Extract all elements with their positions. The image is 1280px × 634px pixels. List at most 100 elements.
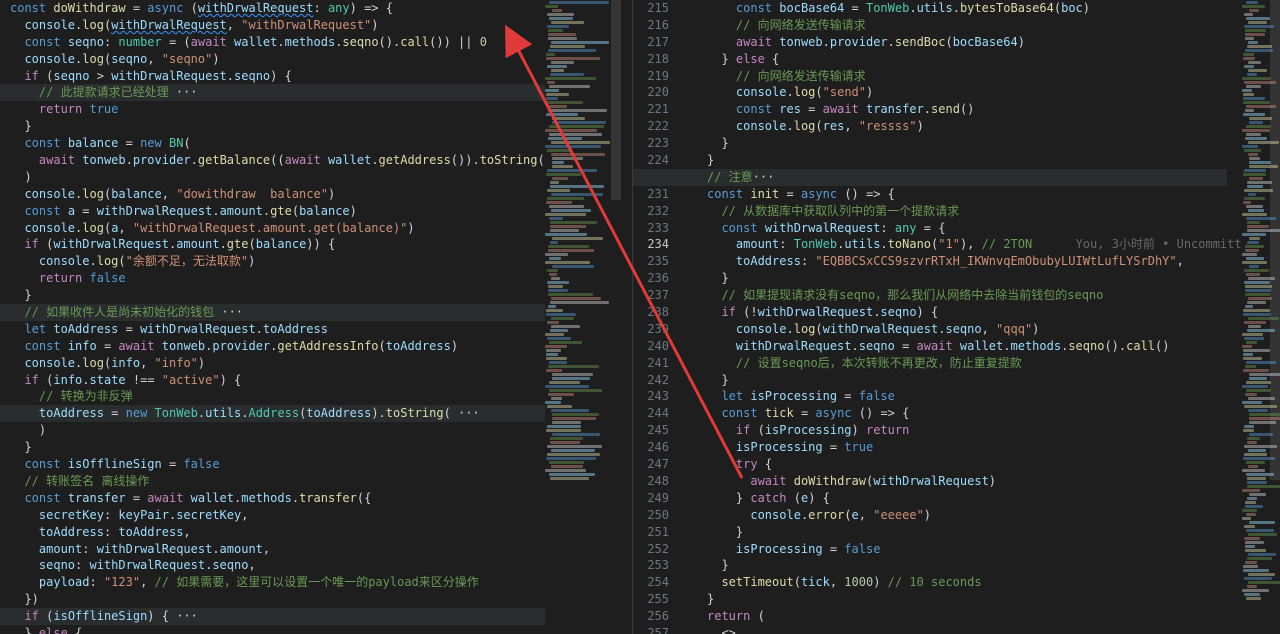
line-number[interactable]: 251 — [633, 524, 669, 541]
line-number[interactable]: 216 — [633, 17, 669, 34]
code-line[interactable]: } else { — [707, 51, 1227, 68]
code-line[interactable]: amount: TonWeb.utils.toNano("1"), // 2TO… — [707, 236, 1256, 253]
code-line[interactable]: } — [707, 152, 1227, 169]
line-number[interactable]: 253 — [633, 557, 669, 574]
code-line[interactable]: if (isOfflineSign) { ··· — [0, 608, 545, 625]
code-line[interactable]: toAddress = new TonWeb.utils.Address(toA… — [0, 405, 545, 423]
code-line[interactable]: ) — [10, 422, 545, 439]
code-line[interactable]: } — [10, 118, 545, 135]
line-number[interactable]: 236 — [633, 270, 669, 287]
line-number[interactable]: 231 — [633, 186, 669, 203]
code-line[interactable]: console.error(e, "eeeee") — [707, 507, 1227, 524]
code-line[interactable]: // 从数据库中获取队列中的第一个提款请求 — [707, 203, 1227, 220]
code-line[interactable]: await tonweb.provider.getBalance((await … — [10, 152, 559, 169]
line-number[interactable]: 249 — [633, 490, 669, 507]
code-line[interactable]: return true — [10, 101, 545, 118]
line-number[interactable]: 224 — [633, 152, 669, 169]
code-line[interactable]: const doWithdraw = async (withDrwalReque… — [10, 0, 545, 17]
code-line[interactable]: toAddress: toAddress, — [10, 524, 545, 541]
line-number[interactable]: 220 — [633, 84, 669, 101]
code-line[interactable]: console.log("send") — [707, 84, 1227, 101]
code-line[interactable]: withDrwalRequest.seqno = await wallet.me… — [707, 338, 1227, 355]
code-line[interactable]: try { — [707, 456, 1227, 473]
code-line[interactable]: const init = async () => { — [707, 186, 1227, 203]
line-number[interactable]: 240 — [633, 338, 669, 355]
line-number[interactable]: 219 — [633, 68, 669, 85]
code-line[interactable]: console.log(withDrwalRequest.seqno, "qqq… — [707, 321, 1227, 338]
line-number[interactable]: 238 — [633, 304, 669, 321]
line-number[interactable]: 239 — [633, 321, 669, 338]
line-number[interactable]: 247 — [633, 456, 669, 473]
code-line[interactable]: secretKey: keyPair.secretKey, — [10, 507, 545, 524]
code-line[interactable]: if (isProcessing) return — [707, 422, 1227, 439]
code-line[interactable]: if (info.state !== "active") { — [10, 372, 545, 389]
line-number[interactable]: 232 — [633, 203, 669, 220]
code-line[interactable]: console.log(withDrwalRequest, "withDrwal… — [10, 17, 545, 34]
code-line[interactable]: // 向网络发送传输请求 — [707, 17, 1227, 34]
code-line[interactable]: // 此提款请求已经处理 ··· — [0, 84, 545, 102]
line-number[interactable]: 234 — [633, 236, 669, 253]
code-line[interactable]: toAddress: "EQBBCSxCCS9szvrRTxH_IKWnvqEm… — [707, 253, 1227, 270]
code-line[interactable]: // 向网络发送传输请求 — [707, 68, 1227, 85]
line-number[interactable]: 218 — [633, 51, 669, 68]
line-number[interactable]: 235 — [633, 253, 669, 270]
code-line[interactable]: console.log(a, "withDrwalRequest.amount.… — [10, 220, 545, 237]
right-scrollbar-thumb[interactable] — [1270, 0, 1280, 480]
code-line[interactable]: // 注意··· — [633, 168, 1227, 186]
right-minimap[interactable] — [1242, 0, 1280, 634]
code-line[interactable]: console.log("余额不足，无法取款") — [10, 253, 545, 270]
code-line[interactable]: const withDrwalRequest: any = { — [707, 220, 1227, 237]
line-number[interactable]: 257 — [633, 625, 669, 634]
code-line[interactable]: const bocBase64 = TonWeb.utils.bytesToBa… — [707, 0, 1227, 17]
code-line[interactable]: isProcessing = false — [707, 541, 1227, 558]
code-line[interactable]: // 设置seqno后，本次转账不再更改，防止重复提款 — [707, 355, 1227, 372]
code-line[interactable]: } — [707, 557, 1227, 574]
code-line[interactable]: console.log(seqno, "seqno") — [10, 51, 545, 68]
code-line[interactable]: }) — [10, 591, 545, 608]
left-scrollbar-thumb[interactable] — [611, 0, 621, 200]
code-line[interactable]: } catch (e) { — [707, 490, 1227, 507]
code-line[interactable]: setTimeout(tick, 1000) // 10 seconds — [707, 574, 1227, 591]
code-line[interactable]: } — [707, 135, 1227, 152]
code-line[interactable]: let toAddress = withDrwalRequest.toAddre… — [10, 321, 545, 338]
line-number[interactable]: 237 — [633, 287, 669, 304]
code-line[interactable]: await doWithdraw(withDrwalRequest) — [707, 473, 1227, 490]
code-line[interactable]: } — [10, 439, 545, 456]
line-number[interactable]: 255 — [633, 591, 669, 608]
code-line[interactable]: const seqno: number = (await wallet.meth… — [10, 34, 545, 51]
line-number[interactable]: 217 — [633, 34, 669, 51]
code-line[interactable]: return ( — [707, 608, 1227, 625]
code-line[interactable]: if (withDrwalRequest.amount.gte(balance)… — [10, 236, 545, 253]
code-line[interactable]: console.log(res, "ressss") — [707, 118, 1227, 135]
code-line[interactable]: if (seqno > withDrwalRequest.seqno) { — [10, 68, 545, 85]
code-line[interactable]: // 如果提现请求没有seqno，那么我们从网络中去除当前钱包的seqno — [707, 287, 1227, 304]
code-line[interactable]: } — [10, 287, 545, 304]
code-line[interactable]: const a = withDrwalRequest.amount.gte(ba… — [10, 203, 545, 220]
code-line[interactable]: } else { — [10, 625, 545, 634]
line-number[interactable]: 221 — [633, 101, 669, 118]
code-line[interactable]: } — [707, 372, 1227, 389]
line-number[interactable]: 223 — [633, 135, 669, 152]
line-number[interactable]: 243 — [633, 388, 669, 405]
code-line[interactable]: console.log(balance, "dowithdraw balance… — [10, 186, 545, 203]
line-number[interactable]: 233 — [633, 220, 669, 237]
line-number[interactable]: 222 — [633, 118, 669, 135]
code-line[interactable]: // 转换为非反弹 — [10, 388, 545, 405]
code-line[interactable]: } — [707, 591, 1227, 608]
right-editor-pane[interactable]: 2152162172182192202212222232242252312322… — [633, 0, 1280, 634]
code-line[interactable]: const balance = new BN( — [10, 135, 545, 152]
code-line[interactable]: console.log(info, "info") — [10, 355, 545, 372]
line-number[interactable]: 252 — [633, 541, 669, 558]
line-number[interactable]: 248 — [633, 473, 669, 490]
right-code-area[interactable]: const bocBase64 = TonWeb.utils.bytesToBa… — [633, 0, 1256, 634]
line-number[interactable]: 250 — [633, 507, 669, 524]
code-line[interactable]: await tonweb.provider.sendBoc(bocBase64) — [707, 34, 1227, 51]
line-number[interactable]: 254 — [633, 574, 669, 591]
code-line[interactable]: amount: withDrwalRequest.amount, — [10, 541, 545, 558]
code-line[interactable]: seqno: withDrwalRequest.seqno, — [10, 557, 545, 574]
left-minimap[interactable] — [545, 0, 621, 634]
code-line[interactable]: return false — [10, 270, 545, 287]
code-line[interactable]: if (!withDrwalRequest.seqno) { — [707, 304, 1227, 321]
code-line[interactable]: const res = await transfer.send() — [707, 101, 1227, 118]
left-code-area[interactable]: const doWithdraw = async (withDrwalReque… — [0, 0, 559, 634]
